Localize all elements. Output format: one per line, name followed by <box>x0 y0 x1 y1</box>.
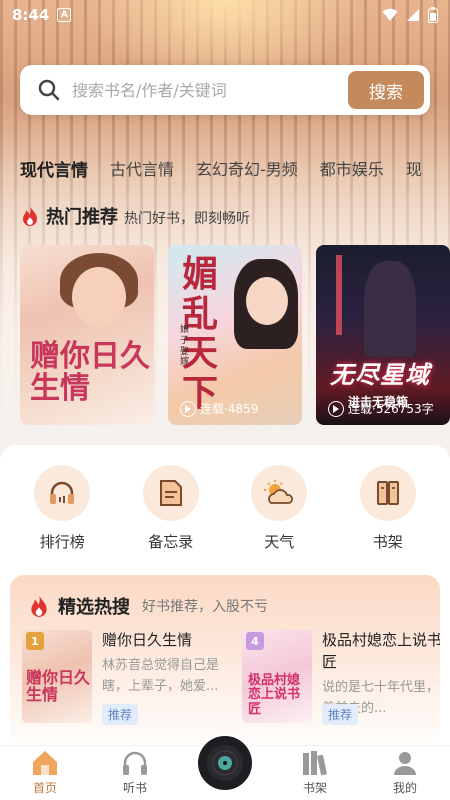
shortcut-memo[interactable]: 备忘录 <box>126 465 216 552</box>
status-bar: 8:44 A <box>0 0 450 30</box>
search-icon <box>38 79 60 101</box>
hot-section-subtitle: 热门好书，即刻畅听 <box>124 211 250 227</box>
book-card[interactable]: 无尽星域 进击无稳箱 连载·526753字 <box>316 245 450 425</box>
play-icon <box>180 400 196 417</box>
nav-player[interactable] <box>190 736 260 796</box>
tab-urban-entertainment[interactable]: 都市娱乐 <box>320 156 384 180</box>
shortcut-bookshelf[interactable]: 书架 <box>343 465 433 552</box>
flame-icon <box>31 595 47 617</box>
cover-art <box>336 255 342 335</box>
book-card[interactable]: 媚乱天下 娘子娶嫁 连载·4859 <box>168 245 302 425</box>
shortcut-label: 天气 <box>264 533 295 551</box>
book-cover-title: 赠你日久生情 <box>30 339 150 406</box>
book-cover-title: 极品村媳恋上说书匠 <box>248 673 301 717</box>
rank-badge: 1 <box>26 632 44 650</box>
book-card[interactable]: 赠你日久生情 <box>20 245 154 425</box>
notification-icon: A <box>57 8 72 22</box>
cover-art <box>246 277 288 325</box>
play-icon <box>328 400 344 417</box>
hot-book-list: 赠你日久生情 媚乱天下 娘子娶嫁 连载·4859 无尽星域 进击无稳箱 连载·5… <box>20 245 450 425</box>
nav-listen[interactable]: 听书 <box>100 749 170 796</box>
tab-fantasy-male[interactable]: 玄幻奇幻-男频 <box>196 156 298 180</box>
nav-mine[interactable]: 我的 <box>370 749 440 796</box>
memo-icon <box>142 465 199 521</box>
bookshelf-icon <box>359 465 416 521</box>
search-button[interactable]: 搜索 <box>348 71 424 109</box>
nav-bookshelf[interactable]: 书架 <box>280 749 350 796</box>
home-icon <box>33 751 57 775</box>
wifi-icon <box>382 8 398 21</box>
shortcut-grid: 排行榜 备忘录 天气 书架 <box>0 465 450 552</box>
search-bar: 搜索 <box>20 65 430 115</box>
tab-modern-romance[interactable]: 现代言情 <box>20 156 88 181</box>
recommend-tag: 推荐 <box>322 704 359 725</box>
featured-item[interactable]: 极品村媳恋上说书匠 4 极品村媳恋上说书匠 说的是七十年代里，带着前夫的... … <box>242 630 440 730</box>
featured-item[interactable]: 赠你日久生情 1 赠你日久生情 林苏音总觉得自己是瞎，上辈子，她爱... 推荐 <box>22 630 232 730</box>
signal-icon <box>407 9 419 21</box>
book-name: 赠你日久生情 <box>102 631 193 649</box>
search-input[interactable] <box>72 80 348 100</box>
headphones-icon <box>123 751 147 775</box>
hot-section-title: 热门推荐 <box>46 207 118 228</box>
serial-status: 连载·4859 <box>180 400 258 417</box>
cover-art <box>364 261 416 357</box>
headphones-icon <box>34 465 91 521</box>
shortcut-weather[interactable]: 天气 <box>234 465 324 552</box>
category-tabs: 现代言情 古代言情 玄幻奇幻-男频 都市娱乐 现 <box>0 150 450 186</box>
nav-label: 书架 <box>302 781 327 795</box>
user-icon <box>394 752 416 775</box>
nav-label: 我的 <box>392 781 417 795</box>
book-cover-title: 无尽星域 <box>330 361 430 389</box>
featured-title: 精选热搜 <box>58 597 130 618</box>
cover-art <box>72 267 126 327</box>
nav-home[interactable]: 首页 <box>10 749 80 796</box>
featured-section: 精选热搜 好书推荐，入股不亏 赠你日久生情 1 赠你日久生情 林苏音总觉得自己是… <box>10 575 440 755</box>
book-cover-title: 赠你日久生情 <box>26 668 91 704</box>
shortcut-label: 排行榜 <box>39 533 85 551</box>
book-cover: 极品村媳恋上说书匠 4 <box>242 630 312 723</box>
nav-label: 首页 <box>32 781 57 795</box>
book-cover-subtitle: 娘子娶嫁 <box>180 325 190 368</box>
book-cover: 赠你日久生情 1 <box>22 630 92 723</box>
flame-icon <box>23 206 37 226</box>
bottom-nav: 首页 听书 书架 我的 <box>0 736 450 800</box>
shortcut-label: 备忘录 <box>148 533 194 551</box>
book-name: 极品村媳恋上说书匠 <box>322 631 440 671</box>
featured-subtitle: 好书推荐，入股不亏 <box>142 599 268 615</box>
tab-more[interactable]: 现 <box>406 156 422 180</box>
status-time: 8:44 <box>12 6 50 24</box>
serial-status: 连载·526753字 <box>328 400 434 417</box>
tab-ancient-romance[interactable]: 古代言情 <box>110 156 174 180</box>
record-disc-icon <box>198 736 252 790</box>
serial-text: 连载·4859 <box>200 402 259 416</box>
recommend-tag: 推荐 <box>102 704 139 725</box>
battery-icon <box>428 7 438 23</box>
shortcut-label: 书架 <box>372 533 403 551</box>
status-icons <box>382 7 438 23</box>
serial-text: 连载·526753字 <box>348 402 434 416</box>
hot-section-header: 热门推荐 热门好书，即刻畅听 <box>20 203 250 229</box>
shortcut-ranking[interactable]: 排行榜 <box>17 465 107 552</box>
featured-header: 精选热搜 好书推荐，入股不亏 <box>28 593 268 619</box>
weather-icon <box>251 465 308 521</box>
book-description: 林苏音总觉得自己是瞎，上辈子，她爱... <box>102 658 220 694</box>
rank-badge: 4 <box>246 632 264 650</box>
nav-label: 听书 <box>122 781 147 795</box>
books-icon <box>303 751 328 776</box>
